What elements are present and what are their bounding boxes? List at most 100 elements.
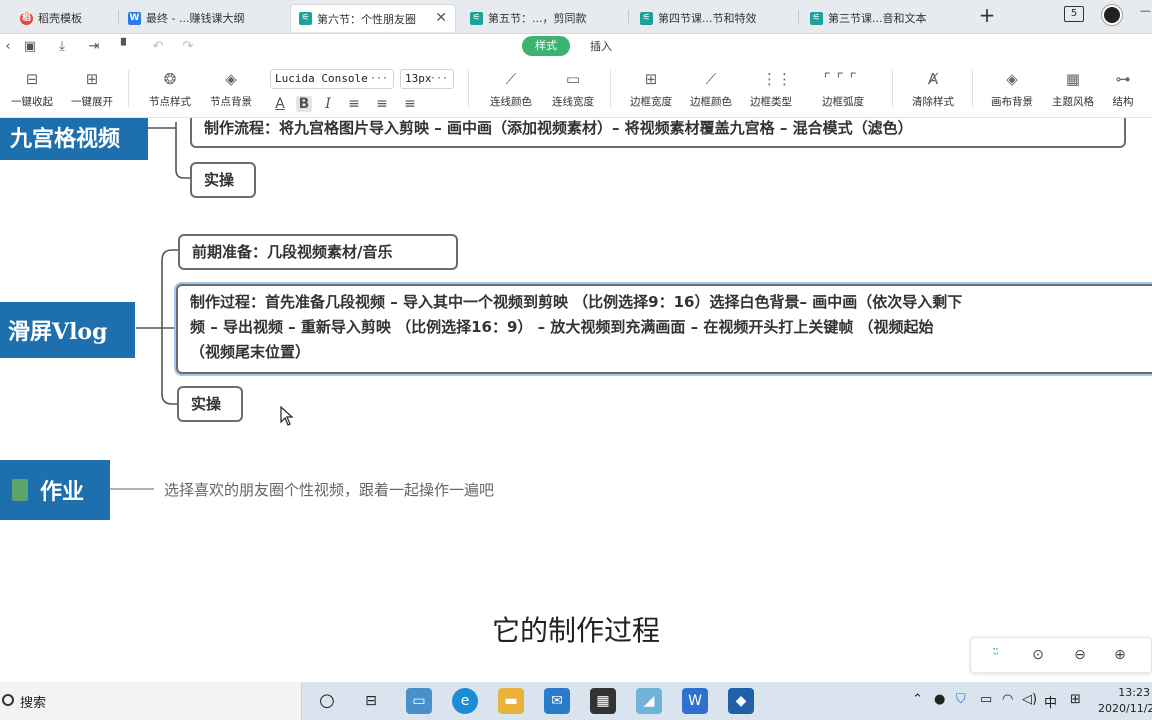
zoom-in-icon[interactable]: ⊕ <box>1111 646 1129 664</box>
tab-lesson-three[interactable]: ⚟ 第三节课...音和文本 <box>802 4 966 32</box>
tab-lesson-four[interactable]: ⚟ 第四节课...节和特效 <box>632 4 796 32</box>
vlog-prep-node[interactable]: 前期准备：几段视频素材/音乐 <box>178 234 458 270</box>
tab-lesson-five[interactable]: ⚟ 第五节：...，剪同款 <box>462 4 622 32</box>
italic-icon[interactable]: I <box>320 96 336 112</box>
line-color-button[interactable]: ⟋ 连线颜色 <box>486 70 536 109</box>
tab-daoke-template[interactable]: 稻 稻壳模板 <box>12 4 116 32</box>
font-family-select[interactable]: Lucida Console ··· <box>270 69 394 89</box>
tab-final-outline[interactable]: W 最终 - ...赚钱课大纲 <box>120 4 286 32</box>
mindmap-canvas[interactable]: 九宫格视频 制作流程：将九宫格图片导入剪映 – 画中画（添加视频素材）– 将视频… <box>0 118 1152 682</box>
zoom-out-icon[interactable]: ⊖ <box>1071 646 1089 664</box>
mindmap-icon: ⚟ <box>810 11 823 25</box>
menu-icon[interactable]: ‹ <box>0 39 16 55</box>
font-color-icon[interactable]: A <box>272 96 288 112</box>
expand-all-button[interactable]: ⊞ 一键展开 <box>68 70 116 109</box>
topic-homework-label: 作业 <box>40 479 85 505</box>
microphone-icon[interactable]: ● <box>934 692 945 707</box>
tab-lesson-six[interactable]: ⚟ 第六节：个性朋友圈 ✕ <box>290 4 456 32</box>
minimize-button[interactable]: — <box>1140 4 1151 17</box>
wifi-icon[interactable]: ◠ <box>1002 692 1013 707</box>
system-clock[interactable]: 13:23 2020/11/2 <box>1098 685 1152 717</box>
insert-mode-button[interactable]: 插入 <box>590 38 612 54</box>
search-icon <box>2 694 14 706</box>
battery-icon[interactable]: ▭ <box>980 692 992 707</box>
topic-slide-vlog[interactable]: 滑屏Vlog <box>0 302 135 358</box>
border-type-button[interactable]: ⋮⋮ 边框类型 <box>746 70 796 109</box>
close-icon[interactable]: ✕ <box>435 10 447 26</box>
theme-style-button[interactable]: ▦ 主题风格 <box>1048 70 1098 109</box>
border-type-label: 边框类型 <box>750 96 792 108</box>
layers-app-icon[interactable]: ◆ <box>728 688 754 714</box>
font-size-select[interactable]: 13px ··· <box>400 69 454 89</box>
bold-icon[interactable]: B <box>296 96 312 112</box>
vlog-practice-node[interactable]: 实操 <box>177 386 243 422</box>
line-width-label: 连线宽度 <box>552 96 594 108</box>
border-radius-button[interactable]: ⌜⌜⌜ 边框弧度 <box>810 70 876 109</box>
topic-homework[interactable]: 作业 <box>0 460 110 520</box>
corner-radius-icon: ⌜⌜⌜ <box>823 70 863 88</box>
homework-text[interactable]: 选择喜欢的朋友圈个性视频，跟着一起操作一遍吧 <box>164 479 494 500</box>
undo-icon[interactable]: ↶ <box>150 39 166 55</box>
volume-icon[interactable]: ◁) <box>1022 692 1037 707</box>
clear-style-button[interactable]: Ⱥ 清除样式 <box>908 70 958 109</box>
align-center-icon[interactable]: ≡ <box>374 96 390 112</box>
avatar[interactable] <box>1102 5 1122 25</box>
save-icon[interactable]: ▣ <box>22 39 38 55</box>
tab-label: 稻壳模板 <box>38 12 82 25</box>
cortana-icon[interactable]: ○ <box>314 688 340 714</box>
grid-process-node[interactable]: 制作流程：将九宫格图片导入剪映 – 画中画（添加视频素材）– 将视频素材覆盖九宫… <box>190 118 1126 148</box>
task-view-icon[interactable]: ⊟ <box>358 688 384 714</box>
locate-center-icon[interactable]: ⊙ <box>1029 646 1047 664</box>
export-icon[interactable]: ⇥ <box>86 39 102 55</box>
align-right-icon[interactable]: ≡ <box>402 96 418 112</box>
node-style-label: 节点样式 <box>149 96 191 108</box>
collapse-all-label: 一键收起 <box>11 96 53 108</box>
topic-grid-video[interactable]: 九宫格视频 <box>0 118 148 160</box>
tab-count-badge[interactable]: 5 <box>1064 6 1084 22</box>
keyboard-layout-icon[interactable]: ⊞ <box>1070 692 1081 707</box>
redo-icon[interactable]: ↷ <box>180 39 196 55</box>
border-width-label: 边框宽度 <box>630 96 672 108</box>
style-mode-button[interactable]: 样式 <box>522 36 570 56</box>
tab-label: 第六节：个性朋友圈 <box>317 12 416 26</box>
mindmap-icon: ⚟ <box>299 12 312 25</box>
computer-icon[interactable]: ▭ <box>406 688 432 714</box>
chevron-up-icon[interactable]: ⌃ <box>912 692 923 707</box>
mail-icon[interactable]: ✉ <box>544 688 570 714</box>
quick-toolbar: ‹ ▣ ⤓ ⇥ ▘ ↶ ↷ <box>0 34 1152 60</box>
notebook-icon <box>12 479 28 501</box>
border-color-icon: ⟋ <box>705 70 717 88</box>
taskbar-search[interactable]: 搜索 <box>0 682 302 720</box>
wps-writer-icon[interactable]: W <box>682 688 708 714</box>
node-style-button[interactable]: ❂ 节点样式 <box>146 70 194 109</box>
tab-divider <box>118 10 119 24</box>
app-icon[interactable]: ◢ <box>636 688 662 714</box>
new-tab-button[interactable]: + <box>976 4 998 28</box>
border-width-button[interactable]: ⊞ 边框宽度 <box>626 70 676 109</box>
store-icon[interactable]: ▦ <box>590 688 616 714</box>
file-explorer-icon[interactable]: ▬ <box>498 688 524 714</box>
more-icon: ··· <box>369 73 388 84</box>
download-icon[interactable]: ⤓ <box>54 39 70 55</box>
ime-indicator[interactable]: 中 <box>1044 692 1057 711</box>
paint-bucket-icon: ◈ <box>225 70 237 88</box>
grid-practice-node[interactable]: 实操 <box>190 162 256 198</box>
font-family-value: Lucida Console <box>275 72 368 85</box>
border-color-button[interactable]: ⟋ 边框颜色 <box>686 70 736 109</box>
canvas-bg-icon: ◈ <box>1006 70 1018 88</box>
format-painter-icon[interactable]: ▘ <box>118 39 134 55</box>
edge-browser-icon[interactable]: e <box>452 688 478 714</box>
canvas-background-button[interactable]: ◈ 画布背景 <box>986 70 1038 109</box>
mindmap-icon: ⚟ <box>640 11 653 25</box>
eye-icon[interactable]: ᵕ̈ <box>987 646 1005 664</box>
collapse-all-button[interactable]: ⊟ 一键收起 <box>8 70 56 109</box>
tab-label: 第四节课...节和特效 <box>658 12 757 25</box>
structure-button[interactable]: ⊶ 结构 <box>1108 70 1138 109</box>
node-background-button[interactable]: ◈ 节点背景 <box>206 70 256 109</box>
line-width-button[interactable]: ▭ 连线宽度 <box>548 70 598 109</box>
ribbon-divider <box>892 70 893 108</box>
expand-icon: ⊞ <box>85 70 99 88</box>
align-left-icon[interactable]: ≡ <box>346 96 362 112</box>
vlog-process-node[interactable]: 制作过程：首先准备几段视频 – 导入其中一个视频到剪映 （比例选择9：16）选择… <box>176 284 1152 374</box>
security-shield-icon[interactable]: ⛉ <box>956 692 966 707</box>
